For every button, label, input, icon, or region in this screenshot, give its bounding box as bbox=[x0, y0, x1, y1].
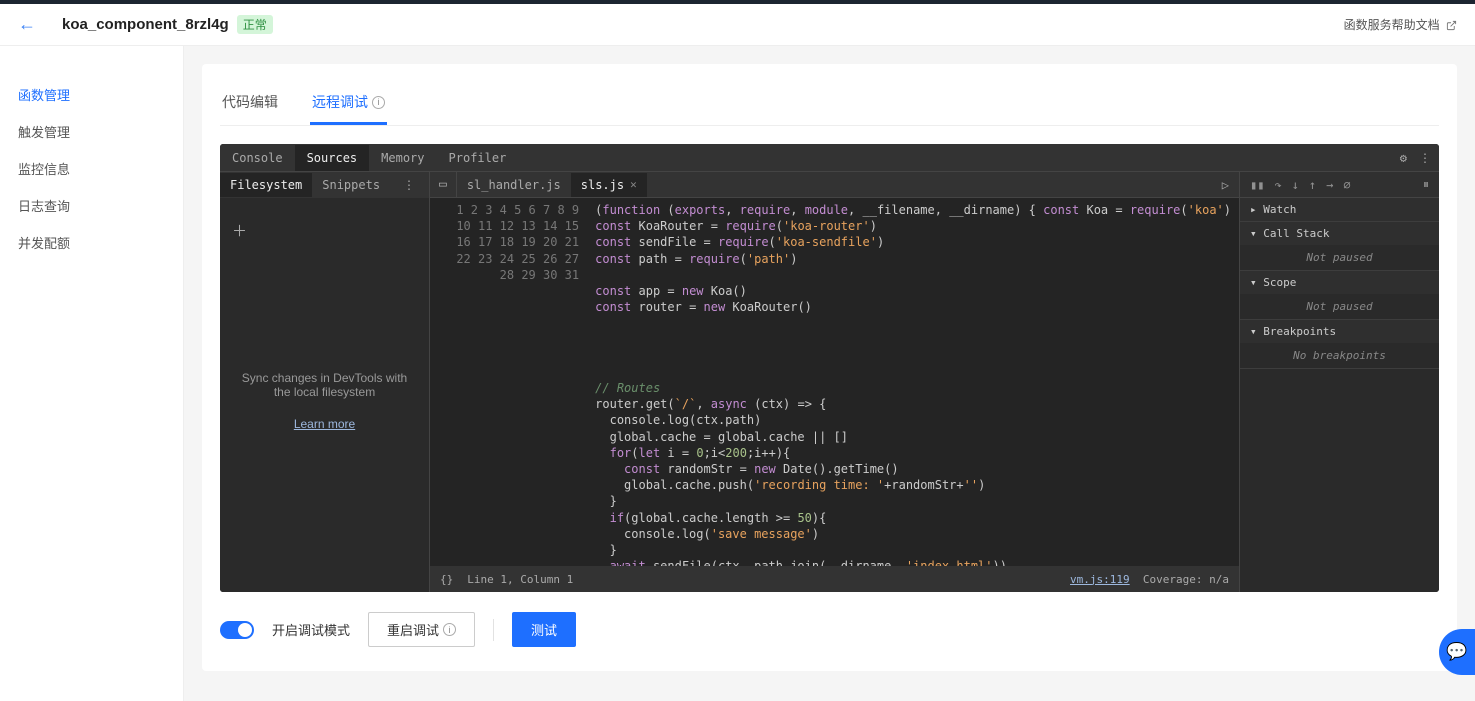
back-arrow-icon[interactable]: ← bbox=[18, 14, 36, 35]
left-tab-filesystem[interactable]: Filesystem bbox=[220, 173, 312, 197]
help-doc-link[interactable]: 函数服务帮助文档 bbox=[1344, 16, 1457, 33]
close-icon[interactable]: ✕ bbox=[630, 178, 637, 191]
gear-icon[interactable]: ⚙ bbox=[1400, 151, 1407, 165]
add-folder-icon[interactable]: ＋ bbox=[232, 220, 247, 241]
left-tab-snippets[interactable]: Snippets bbox=[312, 173, 390, 197]
file-tab-label: sl_handler.js bbox=[467, 178, 561, 192]
test-button[interactable]: 测试 bbox=[512, 612, 576, 647]
sources-left-pane: Filesystem Snippets ⋮ ＋ Sync changes in … bbox=[220, 172, 430, 592]
external-link-icon bbox=[1446, 20, 1457, 31]
bottom-actions: 开启调试模式 重启调试 i 测试 bbox=[220, 612, 1439, 647]
braces-icon[interactable]: {} bbox=[440, 573, 453, 586]
devtools-tab-profiler[interactable]: Profiler bbox=[437, 145, 519, 171]
coverage-label: Coverage: n/a bbox=[1143, 573, 1229, 586]
page-header: ← koa_component_8rzl4g 正常 函数服务帮助文档 bbox=[0, 4, 1475, 46]
info-icon[interactable]: i bbox=[443, 623, 456, 636]
tab-code-edit[interactable]: 代码编辑 bbox=[220, 82, 280, 125]
navigator-icon[interactable]: ▭ bbox=[430, 172, 457, 197]
breakpoints-section[interactable]: ▾ Breakpoints bbox=[1240, 320, 1439, 343]
sidebar-item-trigger-manage[interactable]: 触发管理 bbox=[0, 113, 183, 150]
devtools-panel: Console Sources Memory Profiler ⚙ ⋮ File… bbox=[220, 144, 1439, 592]
breakpoints-body: No breakpoints bbox=[1240, 343, 1439, 368]
step-out-icon[interactable]: ↑ bbox=[1309, 178, 1316, 192]
sidebar-item-function-manage[interactable]: 函数管理 bbox=[0, 76, 183, 113]
tab-label: 远程调试 bbox=[312, 92, 368, 112]
debug-mode-toggle[interactable] bbox=[220, 621, 254, 639]
sync-message: Sync changes in DevTools with the local … bbox=[232, 371, 417, 399]
content-tabs: 代码编辑 远程调试 i bbox=[220, 64, 1439, 126]
sidebar-item-monitor[interactable]: 监控信息 bbox=[0, 150, 183, 187]
learn-more-link[interactable]: Learn more bbox=[294, 417, 355, 431]
editor-status-bar: {} Line 1, Column 1 vm.js:119 Coverage: … bbox=[430, 566, 1239, 592]
help-doc-label: 函数服务帮助文档 bbox=[1344, 18, 1440, 32]
line-gutter: 1 2 3 4 5 6 7 8 9 10 11 12 13 14 15 16 1… bbox=[430, 198, 587, 566]
callstack-section[interactable]: ▾ Call Stack bbox=[1240, 222, 1439, 245]
pause-exceptions-icon[interactable]: ⏸ bbox=[1423, 177, 1429, 192]
code-editor[interactable]: 1 2 3 4 5 6 7 8 9 10 11 12 13 14 15 16 1… bbox=[430, 198, 1239, 566]
run-snippet-icon[interactable]: ▷ bbox=[1212, 178, 1239, 192]
editor-pane: ▭ sl_handler.js sls.js ✕ ▷ 1 2 3 4 5 6 7 … bbox=[430, 172, 1239, 592]
cursor-position: Line 1, Column 1 bbox=[467, 573, 573, 586]
deactivate-bp-icon[interactable]: ⌀ bbox=[1343, 178, 1350, 192]
devtools-tab-sources[interactable]: Sources bbox=[295, 145, 370, 171]
callstack-body: Not paused bbox=[1240, 245, 1439, 270]
code-body[interactable]: (function (exports, require, module, __f… bbox=[587, 198, 1239, 566]
file-tab-sl-handler[interactable]: sl_handler.js bbox=[457, 173, 571, 197]
tab-label: 代码编辑 bbox=[222, 92, 278, 112]
kebab-icon[interactable]: ⋮ bbox=[397, 178, 421, 192]
devtools-top-tabs: Console Sources Memory Profiler ⚙ ⋮ bbox=[220, 144, 1439, 172]
step-icon[interactable]: → bbox=[1326, 178, 1333, 192]
scope-section[interactable]: ▾ Scope bbox=[1240, 271, 1439, 294]
info-icon[interactable]: i bbox=[372, 96, 385, 109]
step-over-icon[interactable]: ↷ bbox=[1274, 178, 1281, 192]
button-label: 重启调试 bbox=[387, 620, 439, 639]
divider bbox=[493, 619, 494, 641]
devtools-tab-console[interactable]: Console bbox=[220, 145, 295, 171]
debug-mode-label: 开启调试模式 bbox=[272, 620, 350, 639]
file-tab-sls[interactable]: sls.js ✕ bbox=[571, 173, 647, 197]
page-title: koa_component_8rzl4g bbox=[62, 16, 229, 33]
file-tab-label: sls.js bbox=[581, 178, 624, 192]
devtools-tab-memory[interactable]: Memory bbox=[369, 145, 436, 171]
source-link[interactable]: vm.js:119 bbox=[1070, 573, 1130, 586]
sidebar-item-concurrency[interactable]: 并发配额 bbox=[0, 224, 183, 261]
scope-body: Not paused bbox=[1240, 294, 1439, 319]
pause-icon[interactable]: ▮▮ bbox=[1250, 178, 1264, 192]
debugger-pane: ▮▮ ↷ ↓ ↑ → ⌀ ⏸ ▸ Watch ▾ Call Stack Not … bbox=[1239, 172, 1439, 592]
tab-remote-debug[interactable]: 远程调试 i bbox=[310, 82, 387, 125]
left-sidebar: 函数管理 触发管理 监控信息 日志查询 并发配额 bbox=[0, 46, 184, 701]
kebab-icon[interactable]: ⋮ bbox=[1419, 151, 1431, 165]
status-badge: 正常 bbox=[237, 15, 273, 34]
watch-section[interactable]: ▸ Watch bbox=[1240, 198, 1439, 221]
sidebar-item-logs[interactable]: 日志查询 bbox=[0, 187, 183, 224]
step-into-icon[interactable]: ↓ bbox=[1292, 178, 1299, 192]
restart-debug-button[interactable]: 重启调试 i bbox=[368, 612, 475, 647]
